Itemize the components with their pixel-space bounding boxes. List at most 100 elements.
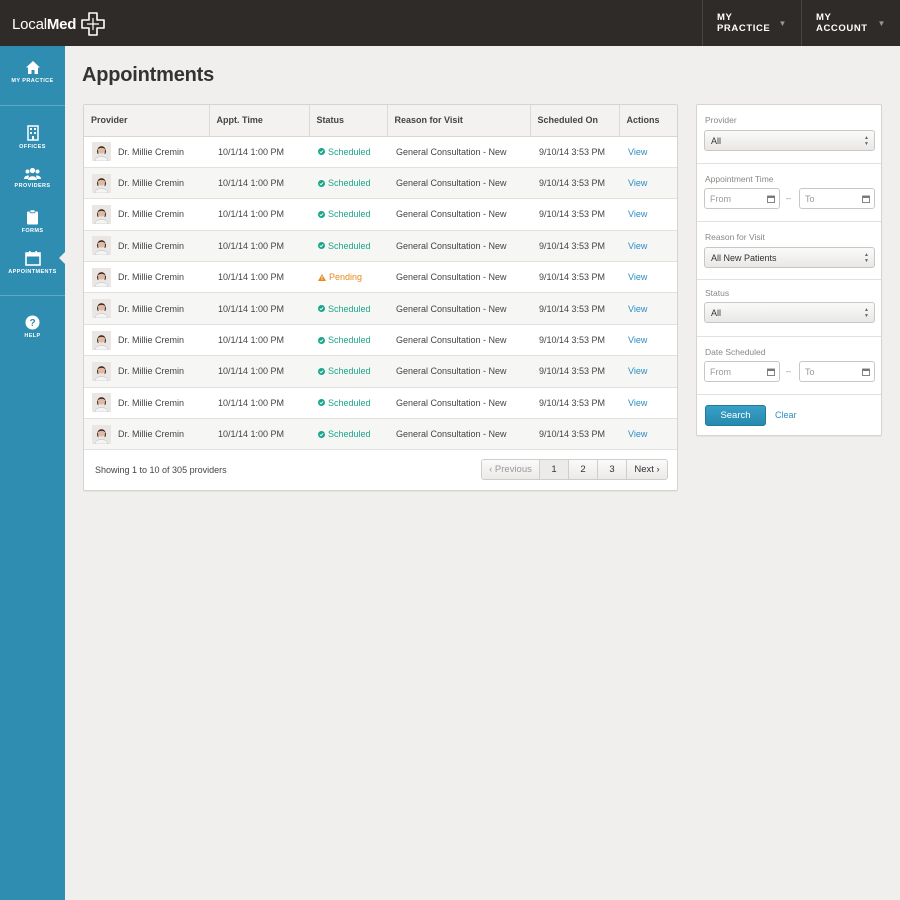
cell-provider: Dr. Millie Cremin [84, 167, 209, 200]
clear-link[interactable]: Clear [775, 410, 797, 420]
filter-status-label: Status [705, 288, 730, 298]
provider-avatar [92, 361, 111, 381]
table-row: Dr. Millie Cremin 10/1/14 1:00 PM Schedule… [84, 167, 677, 200]
status-select[interactable]: All ▲ ▼ [704, 302, 875, 323]
view-link[interactable]: View [628, 304, 647, 314]
filter-panel: Provider All ▲ ▼ Appointment Time From – … [696, 104, 882, 436]
cell-reason: General Consultation - New [387, 136, 530, 168]
previous-page-button[interactable]: ‹ Previous [482, 460, 539, 479]
cell-provider: Dr. Millie Cremin [84, 136, 209, 168]
provider-name: Dr. Millie Cremin [118, 335, 185, 346]
appointments-table: Provider Appt. Time Status Reason for Vi… [84, 105, 677, 451]
check-circle-icon [318, 430, 325, 438]
column-header-appt-time[interactable]: Appt. Time [209, 105, 310, 137]
cell-appt-time: 10/1/14 1:00 PM [209, 136, 309, 168]
active-indicator [59, 251, 66, 265]
range-dash: – [786, 193, 792, 203]
select-arrows-icon: ▲ ▼ [864, 307, 869, 319]
cell-reason: General Consultation - New [387, 261, 530, 294]
column-header-status[interactable]: Status [309, 105, 388, 137]
check-circle-icon [318, 148, 325, 156]
sidebar-item-help[interactable]: ? HELP [0, 315, 65, 339]
cell-status: Scheduled [309, 198, 387, 231]
view-link[interactable]: View [628, 178, 647, 188]
column-header-provider[interactable]: Provider [84, 105, 210, 137]
cell-appt-time: 10/1/14 1:00 PM [209, 230, 309, 263]
provider-name: Dr. Millie Cremin [118, 209, 185, 220]
cell-scheduled-on: 9/10/14 3:53 PM [530, 355, 619, 388]
cell-actions: View [619, 230, 677, 263]
filter-reason-label: Reason for Visit [705, 232, 765, 242]
calendar-icon [767, 195, 775, 203]
cell-reason: General Consultation - New [387, 292, 530, 325]
appt-time-from-input[interactable]: From [704, 188, 780, 209]
provider-name: Dr. Millie Cremin [118, 397, 185, 408]
column-header-scheduled-on[interactable]: Scheduled On [530, 105, 620, 137]
cell-reason: General Consultation - New [387, 167, 530, 200]
column-header-actions: Actions [619, 105, 677, 137]
status-badge: Scheduled [318, 241, 387, 251]
sidebar-item-appointments[interactable]: APPOINTMENTS [0, 251, 65, 275]
status-badge: Scheduled [318, 304, 387, 314]
view-link[interactable]: View [628, 209, 647, 219]
next-page-button[interactable]: Next › [626, 460, 667, 479]
caret-down-icon: ▼ [877, 18, 886, 28]
cell-actions: View [619, 324, 677, 357]
filter-provider-label: Provider [705, 115, 737, 125]
date-scheduled-from-input[interactable]: From [704, 361, 780, 382]
sidebar-item-providers[interactable]: PROVIDERS [0, 167, 65, 189]
cell-appt-time: 10/1/14 1:00 PM [209, 292, 309, 325]
appointments-table-card: Provider Appt. Time Status Reason for Vi… [83, 104, 678, 491]
cell-appt-time: 10/1/14 1:00 PM [209, 261, 309, 294]
my-practice-menu[interactable]: MY PRACTICE ▼ [702, 0, 801, 46]
page-1-button[interactable]: 1 [539, 460, 568, 479]
page-3-button[interactable]: 3 [597, 460, 626, 479]
table-row: Dr. Millie Cremin 10/1/14 1:00 PM Schedule… [84, 292, 677, 325]
calendar-icon [24, 251, 41, 266]
cell-status: Scheduled [309, 292, 387, 325]
cell-actions: View [619, 387, 677, 420]
view-link[interactable]: View [628, 335, 647, 345]
cell-status: Pending [309, 261, 387, 294]
cell-actions: View [619, 418, 677, 451]
cell-provider: Dr. Millie Cremin [84, 418, 209, 451]
table-footer: Showing 1 to 10 of 305 providers ‹ Previ… [84, 452, 677, 490]
search-button[interactable]: Search [705, 405, 766, 426]
view-link[interactable]: View [628, 272, 647, 282]
localmed-logo[interactable]: LocalMed [12, 12, 106, 36]
logo-text: LocalMed [12, 15, 77, 33]
view-link[interactable]: View [628, 366, 647, 376]
cell-actions: View [619, 261, 677, 294]
page-title: Appointments [82, 64, 215, 86]
cell-status: Scheduled [309, 418, 387, 451]
provider-name: Dr. Millie Cremin [118, 366, 185, 377]
appt-time-to-input[interactable]: To [799, 188, 875, 209]
date-scheduled-to-input[interactable]: To [799, 361, 875, 382]
view-link[interactable]: View [628, 398, 647, 408]
sidebar-item-offices[interactable]: OFFICES [0, 125, 65, 150]
my-account-menu[interactable]: MY ACCOUNT ▼ [801, 0, 900, 46]
status-badge: Scheduled [318, 429, 387, 439]
reason-select[interactable]: All New Patients ▲ ▼ [704, 247, 875, 268]
provider-select[interactable]: All ▲ ▼ [704, 130, 875, 151]
cell-scheduled-on: 9/10/14 3:53 PM [530, 167, 619, 200]
column-header-reason[interactable]: Reason for Visit [387, 105, 531, 137]
provider-avatar [92, 299, 111, 319]
sidebar-item-my-practice[interactable]: MY PRACTICE [0, 60, 65, 84]
check-circle-icon [318, 336, 325, 344]
view-link[interactable]: View [628, 241, 647, 251]
help-icon: ? [25, 315, 40, 330]
cell-actions: View [619, 198, 677, 231]
calendar-icon [862, 368, 870, 376]
table-body: Dr. Millie Cremin 10/1/14 1:00 PM Schedule… [84, 136, 677, 451]
provider-avatar [92, 330, 111, 350]
view-link[interactable]: View [628, 429, 647, 439]
filter-date-scheduled-section: Date Scheduled From – To [697, 337, 881, 395]
table-row: Dr. Millie Cremin 10/1/14 1:00 PM Schedule… [84, 136, 677, 168]
page-2-button[interactable]: 2 [568, 460, 597, 479]
select-arrows-icon: ▲ ▼ [864, 252, 869, 264]
view-link[interactable]: View [628, 147, 647, 157]
sidebar-item-forms[interactable]: FORMS [0, 209, 65, 234]
cell-reason: General Consultation - New [387, 198, 530, 231]
cell-provider: Dr. Millie Cremin [84, 324, 209, 357]
